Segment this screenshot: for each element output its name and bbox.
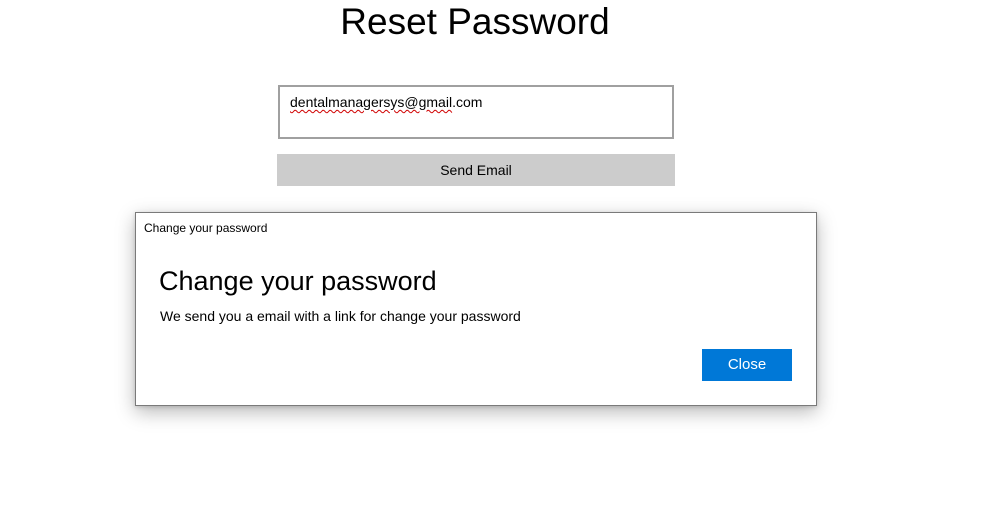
close-button[interactable]: Close bbox=[702, 349, 792, 381]
email-domain-suffix: .com bbox=[452, 94, 483, 110]
email-input-value: dentalmanagersys@gmail.com bbox=[290, 93, 482, 111]
page-title: Reset Password bbox=[340, 1, 610, 42]
email-misspelled-segment: dentalmanagersys@gmail bbox=[290, 94, 453, 110]
send-email-button[interactable]: Send Email bbox=[277, 154, 675, 186]
reset-password-page: Reset Password dentalmanagersys@gmail.co… bbox=[0, 0, 990, 520]
dialog-heading: Change your password bbox=[159, 266, 437, 296]
email-input[interactable]: dentalmanagersys@gmail.com bbox=[278, 85, 674, 139]
dialog-window-title: Change your password bbox=[144, 221, 268, 235]
dialog-message: We send you a email with a link for chan… bbox=[160, 308, 521, 324]
change-password-dialog: Change your password Change your passwor… bbox=[135, 212, 817, 406]
